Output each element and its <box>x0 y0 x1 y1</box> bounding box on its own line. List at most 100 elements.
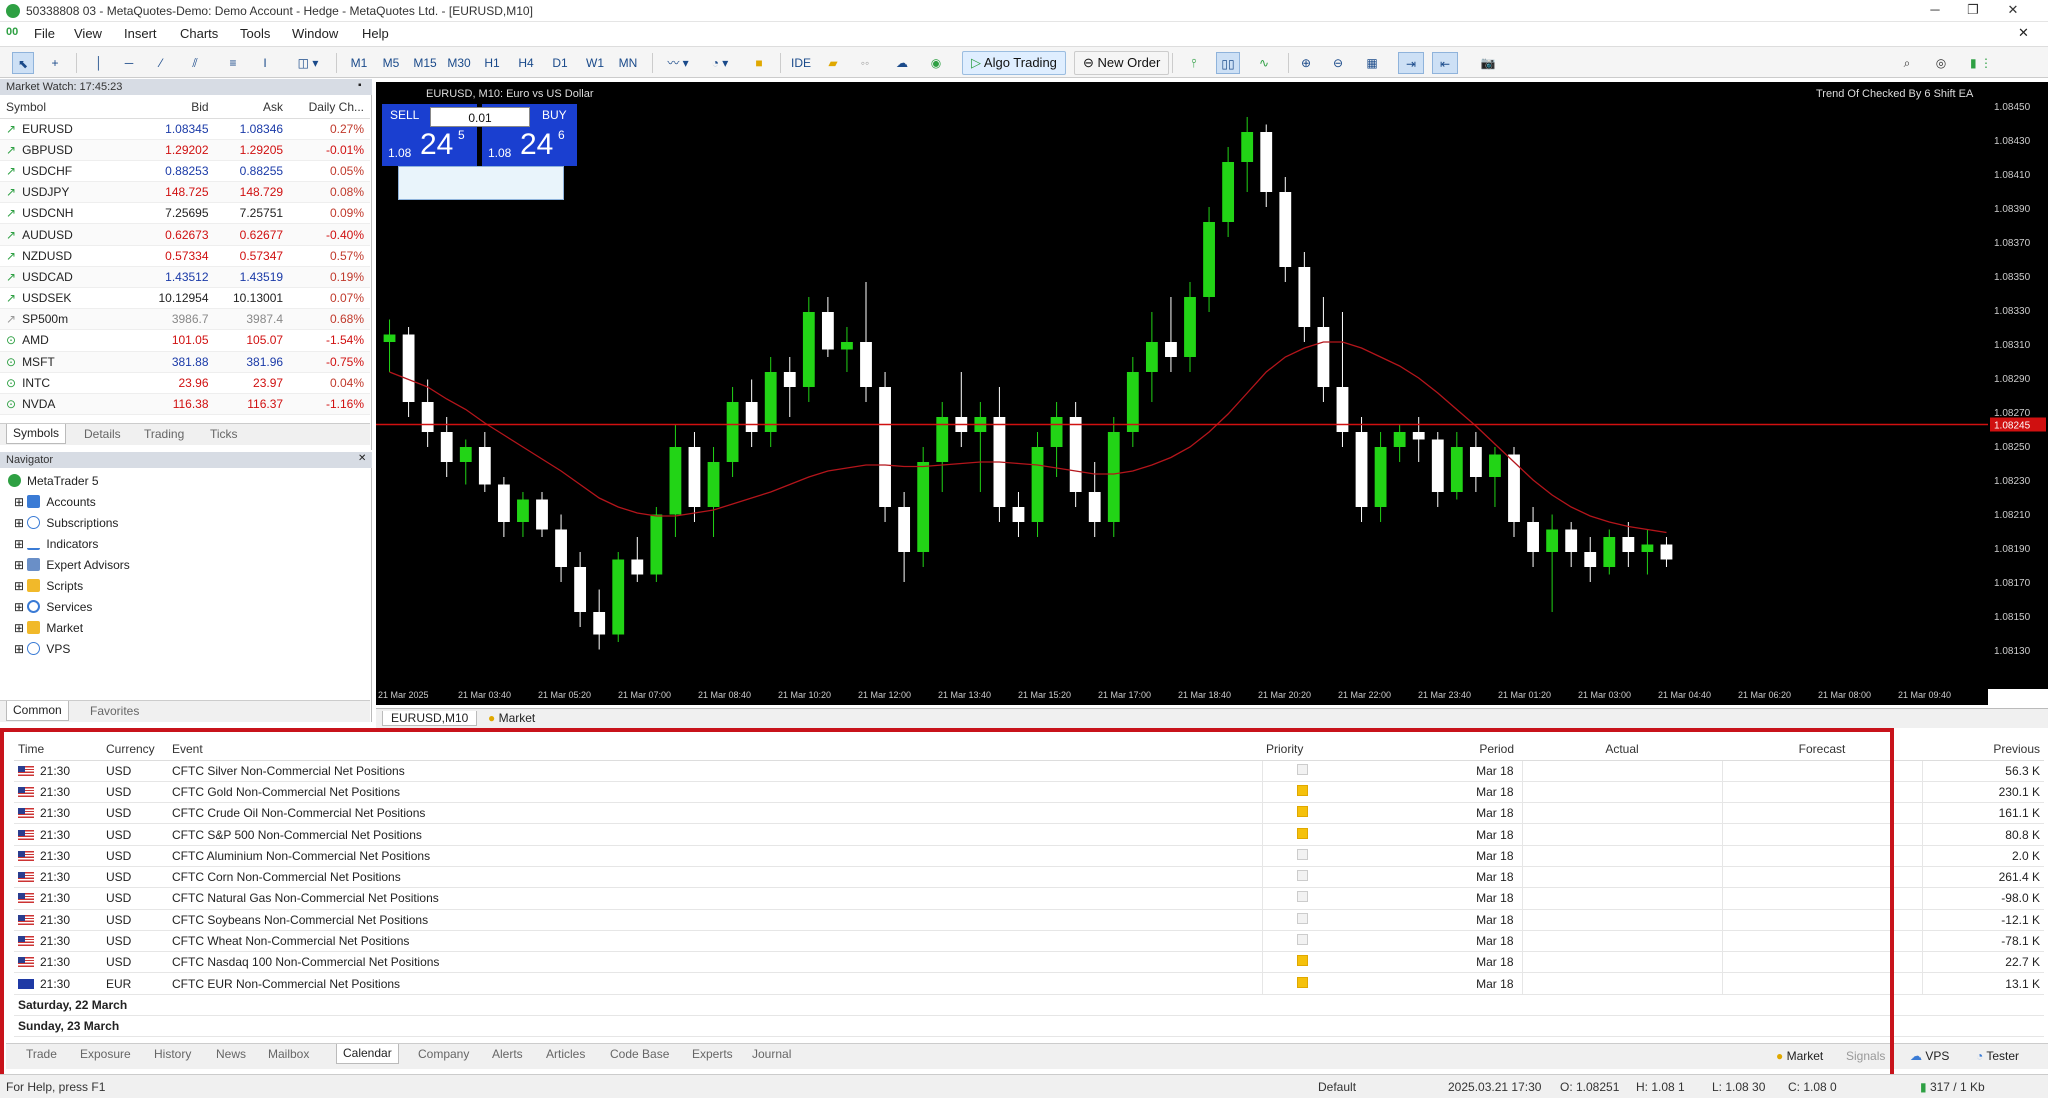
timeframe-d1[interactable]: D1 <box>548 52 572 74</box>
symbol-cell[interactable]: ⊙ AMD <box>0 329 140 352</box>
bear-candle[interactable] <box>440 432 453 462</box>
tab-calendar[interactable]: Calendar <box>336 1044 399 1064</box>
col-ask[interactable]: Ask <box>214 97 290 119</box>
menu-help[interactable]: Help <box>362 26 389 41</box>
cursor-tool-icon[interactable]: ⬉ <box>12 52 34 74</box>
timeframe-w1[interactable]: W1 <box>582 52 608 74</box>
tab-eurusd-m10[interactable]: EURUSD,M10 <box>382 711 478 726</box>
menu-view[interactable]: View <box>74 26 102 41</box>
ide-icon[interactable]: IDE <box>788 52 814 74</box>
event-cell[interactable]: CFTC Gold Non-Commercial Net Positions <box>168 781 1262 804</box>
bear-candle[interactable] <box>1298 267 1311 327</box>
search-icon[interactable]: ⌕ <box>1896 52 1918 74</box>
event-cell[interactable]: CFTC Soybeans Non-Commercial Net Positio… <box>168 909 1262 931</box>
bear-candle[interactable] <box>421 402 434 432</box>
symbol-cell[interactable]: ↗ USDCNH <box>0 202 140 225</box>
market-watch-row[interactable]: ↗ SP500m 3986.7 3987.4 0.68% <box>0 308 370 331</box>
event-cell[interactable]: CFTC EUR Non-Commercial Net Positions <box>168 972 1262 995</box>
bear-candle[interactable] <box>1508 454 1520 523</box>
templates-icon[interactable]: ■ <box>748 52 770 74</box>
event-cell[interactable]: CFTC Corn Non-Commercial Net Positions <box>168 866 1262 889</box>
bull-candle[interactable] <box>764 372 777 432</box>
symbol-cell[interactable]: ⊙ INTC <box>0 372 140 394</box>
menu-insert[interactable]: Insert <box>124 26 157 41</box>
timeframe-mn[interactable]: MN <box>614 52 642 74</box>
bear-candle[interactable] <box>593 612 606 635</box>
new-order-button[interactable]: ⊖ New Order <box>1074 51 1170 75</box>
col-previous[interactable]: Previous <box>1922 738 2044 761</box>
symbol-cell[interactable]: ↗ USDCHF <box>0 160 140 183</box>
calendar-row[interactable]: 21:30 USD CFTC Crude Oil Non-Commercial Ne… <box>14 802 2044 825</box>
bear-candle[interactable] <box>1412 432 1425 440</box>
bear-candle[interactable] <box>898 507 911 552</box>
signals-link[interactable]: Signals <box>1846 1049 1885 1063</box>
calendar-row[interactable]: 21:30 USD CFTC Corn Non-Commercial Net Pos… <box>14 866 2044 889</box>
symbol-cell[interactable]: ↗ USDSEK <box>0 287 140 310</box>
tab-articles[interactable]: Articles <box>546 1047 585 1061</box>
calendar-row[interactable]: 21:30 USD CFTC Nasdaq 100 Non-Commercial N… <box>14 951 2044 974</box>
screenshot-icon[interactable]: 📷 <box>1476 52 1500 74</box>
nav-indicators[interactable]: ⊞ Indicators <box>14 537 98 551</box>
trendline-icon[interactable]: ⁄ <box>150 52 172 74</box>
maximize-button[interactable]: ❐ <box>1958 2 1988 20</box>
algo-trading-button[interactable]: ▷ Algo Trading <box>962 51 1066 75</box>
tab-news[interactable]: News <box>216 1047 246 1061</box>
bear-candle[interactable] <box>1527 522 1539 552</box>
market-watch-row[interactable]: ↗ GBPUSD 1.29202 1.29205 -0.01% <box>0 139 370 161</box>
calendar-row[interactable]: 21:30 USD CFTC Aluminium Non-Commercial Ne… <box>14 845 2044 867</box>
bull-candle[interactable] <box>1107 432 1120 522</box>
candlestick-chart[interactable] <box>376 82 1988 683</box>
tab-market[interactable]: ● Market <box>488 711 535 725</box>
bear-candle[interactable] <box>860 342 872 387</box>
bear-candle[interactable] <box>1165 342 1177 357</box>
bull-candle[interactable] <box>1450 447 1463 492</box>
bear-candle[interactable] <box>631 559 644 575</box>
price-chart[interactable]: EURUSD, M10: Euro vs US Dollar Trend Of … <box>376 82 1988 689</box>
bear-candle[interactable] <box>478 447 491 485</box>
col-bid[interactable]: Bid <box>140 97 215 119</box>
bull-candle[interactable] <box>650 514 663 575</box>
symbol-cell[interactable]: ↗ USDCAD <box>0 266 140 289</box>
menu-window[interactable]: Window <box>292 26 338 41</box>
minimize-button[interactable]: ─ <box>1920 2 1950 20</box>
bull-candle[interactable] <box>1603 537 1616 567</box>
zoom-out-icon[interactable]: ⊖ <box>1326 52 1350 74</box>
tab-code-base[interactable]: Code Base <box>610 1047 669 1061</box>
calendar-row[interactable]: 21:30 USD CFTC Natural Gas Non-Commercial … <box>14 887 2044 910</box>
bear-candle[interactable] <box>688 447 701 507</box>
lock-icon[interactable]: ▰ <box>822 52 844 74</box>
event-cell[interactable]: CFTC Aluminium Non-Commercial Net Positi… <box>168 845 1262 867</box>
one-click-icon[interactable]: ◦◦ <box>852 52 878 74</box>
nav-vps[interactable]: ⊞ VPS <box>14 642 70 656</box>
bull-candle[interactable] <box>1241 132 1254 162</box>
event-cell[interactable]: CFTC Natural Gas Non-Commercial Net Posi… <box>168 887 1262 910</box>
bear-candle[interactable] <box>536 499 548 530</box>
cloud-icon[interactable]: ☁ <box>890 52 914 74</box>
timeframe-h1[interactable]: H1 <box>480 52 504 74</box>
market-watch-row[interactable]: ↗ USDCHF 0.88253 0.88255 0.05% <box>0 160 370 183</box>
market-watch-row[interactable]: ↗ AUDUSD 0.62673 0.62677 -0.40% <box>0 223 370 246</box>
tab-common[interactable]: Common <box>6 701 69 721</box>
tab-mailbox[interactable]: Mailbox <box>268 1047 309 1061</box>
calendar-row[interactable]: 21:30 USD CFTC Silver Non-Commercial Net P… <box>14 760 2044 782</box>
col-priority[interactable]: Priority <box>1262 738 1348 761</box>
symbol-cell[interactable]: ⊙ NVDA <box>0 393 140 416</box>
bull-candle[interactable] <box>802 312 815 387</box>
bull-candle[interactable] <box>917 462 930 552</box>
text-tool-icon[interactable]: I <box>258 52 272 74</box>
tab-experts[interactable]: Experts <box>692 1047 733 1061</box>
bull-candle[interactable] <box>707 462 720 507</box>
nav-subscriptions[interactable]: ⊞ Subscriptions <box>14 516 118 530</box>
chart-type-icon[interactable]: ◔ ▾ <box>702 52 738 74</box>
line-chart-icon[interactable]: ∿ <box>1252 52 1276 74</box>
calendar-day-header[interactable]: Sunday, 23 March <box>14 1015 2044 1038</box>
indicators-icon[interactable]: 〰 ▾ <box>660 52 696 74</box>
bull-candle[interactable] <box>669 447 682 515</box>
market-watch-row[interactable]: ⊙ NVDA 116.38 116.37 -1.16% <box>0 393 370 416</box>
market-link[interactable]: ● Market <box>1776 1049 1823 1063</box>
bull-candle[interactable] <box>1222 162 1235 222</box>
symbol-cell[interactable]: ↗ GBPUSD <box>0 139 140 161</box>
bear-candle[interactable] <box>497 484 510 523</box>
bull-candle[interactable] <box>841 342 853 350</box>
tab-ticks[interactable]: Ticks <box>210 427 238 441</box>
